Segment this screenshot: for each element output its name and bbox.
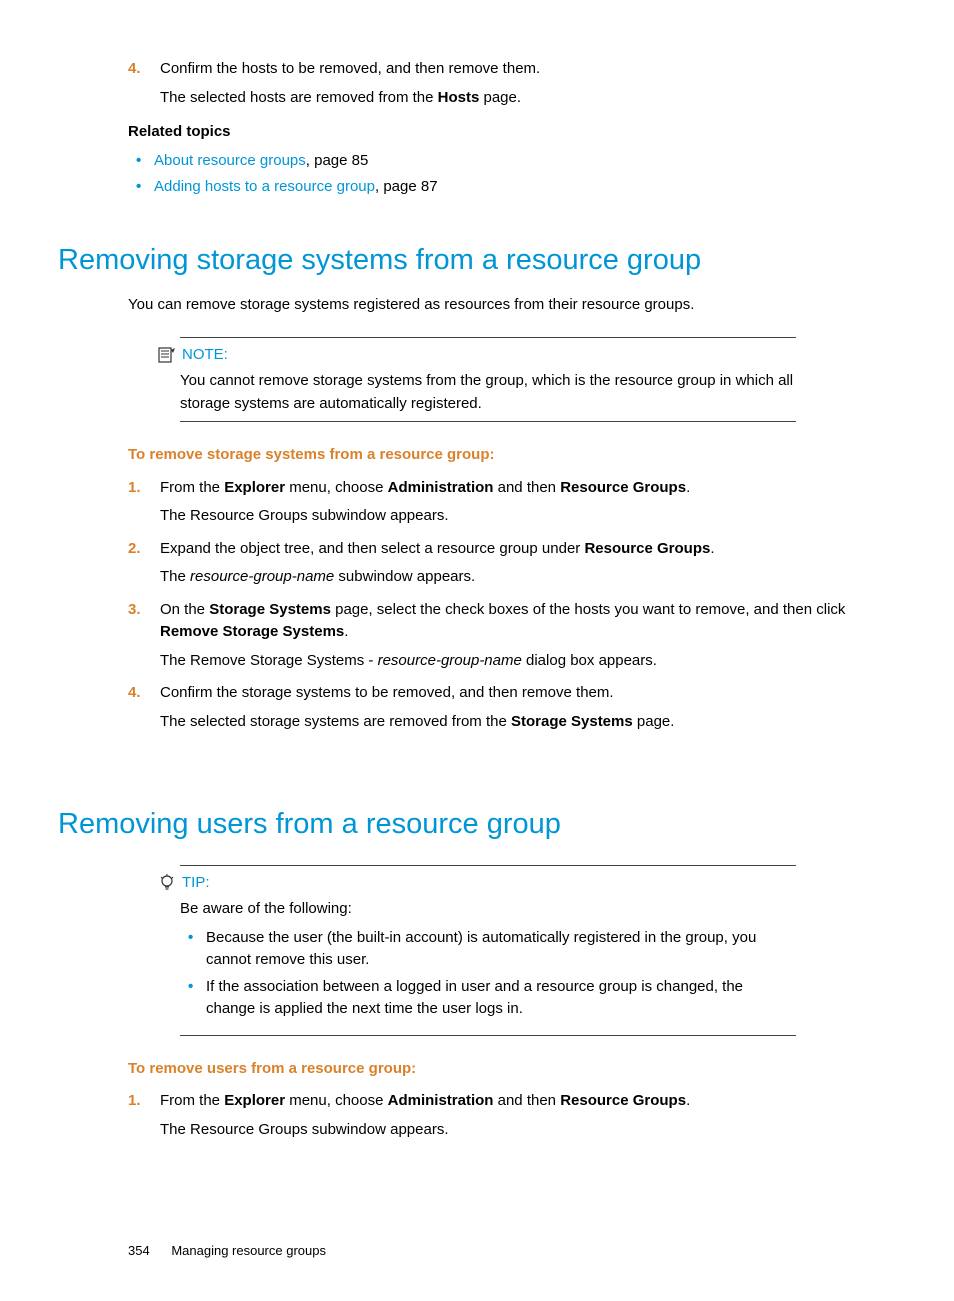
procedure-steps-1: 1. From the Explorer menu, choose Admini… — [128, 477, 896, 734]
step-text: Confirm the hosts to be removed, and the… — [160, 60, 540, 77]
link-adding-hosts[interactable]: Adding hosts to a resource group — [154, 178, 375, 195]
step-sub: The selected storage systems are removed… — [160, 711, 896, 734]
related-item: About resource groups, page 85 — [128, 150, 896, 173]
tip-body: Be aware of the following: Because the u… — [180, 898, 796, 1021]
note-icon — [158, 346, 176, 364]
heading-removing-users: Removing users from a resource group — [58, 803, 896, 847]
step-sub: The Remove Storage Systems - resource-gr… — [160, 650, 896, 673]
page-footer: 354 Managing resource groups — [128, 1241, 896, 1261]
top-steps: 4. Confirm the hosts to be removed, and … — [128, 58, 896, 199]
link-about-resource-groups[interactable]: About resource groups — [154, 152, 306, 169]
footer-section: Managing resource groups — [171, 1243, 326, 1258]
page-number: 354 — [128, 1241, 150, 1261]
note-callout: NOTE: You cannot remove storage systems … — [108, 337, 796, 423]
step-number: 1. — [128, 477, 141, 500]
step-sub: The Resource Groups subwindow appears. — [160, 1119, 896, 1142]
step-number: 4. — [128, 58, 141, 81]
procedure-heading: To remove storage systems from a resourc… — [128, 444, 896, 467]
tip-intro: Be aware of the following: — [180, 898, 796, 921]
step-text: Confirm the storage systems to be remove… — [160, 684, 614, 701]
tip-icon — [158, 874, 176, 892]
note-label: NOTE: — [182, 344, 228, 367]
step-4: 4. Confirm the hosts to be removed, and … — [128, 58, 896, 109]
step-1: 1. From the Explorer menu, choose Admini… — [128, 477, 896, 528]
section-intro: You can remove storage systems registere… — [128, 294, 896, 317]
step-sub: The selected hosts are removed from the … — [160, 87, 896, 110]
step-sub: The resource-group-name subwindow appear… — [160, 566, 896, 589]
procedure-steps-2: 1. From the Explorer menu, choose Admini… — [128, 1090, 896, 1141]
step-4: 4. Confirm the storage systems to be rem… — [128, 682, 896, 733]
procedure-heading: To remove users from a resource group: — [128, 1058, 896, 1081]
related-item: Adding hosts to a resource group, page 8… — [128, 176, 896, 199]
step-number: 1. — [128, 1090, 141, 1113]
tip-label: TIP: — [182, 872, 210, 895]
tip-callout: TIP: Be aware of the following: Because … — [108, 865, 796, 1036]
step-2: 2. Expand the object tree, and then sele… — [128, 538, 896, 589]
step-number: 2. — [128, 538, 141, 561]
step-number: 4. — [128, 682, 141, 705]
tip-bullet: Because the user (the built-in account) … — [180, 927, 796, 972]
step-1: 1. From the Explorer menu, choose Admini… — [128, 1090, 896, 1141]
note-body: You cannot remove storage systems from t… — [180, 370, 796, 415]
related-topics-list: About resource groups, page 85 Adding ho… — [128, 150, 896, 199]
tip-bullet: If the association between a logged in u… — [180, 976, 796, 1021]
step-3: 3. On the Storage Systems page, select t… — [128, 599, 896, 673]
related-topics-heading: Related topics — [128, 121, 896, 144]
heading-removing-storage-systems: Removing storage systems from a resource… — [58, 239, 896, 283]
step-sub: The Resource Groups subwindow appears. — [160, 505, 896, 528]
step-number: 3. — [128, 599, 141, 622]
